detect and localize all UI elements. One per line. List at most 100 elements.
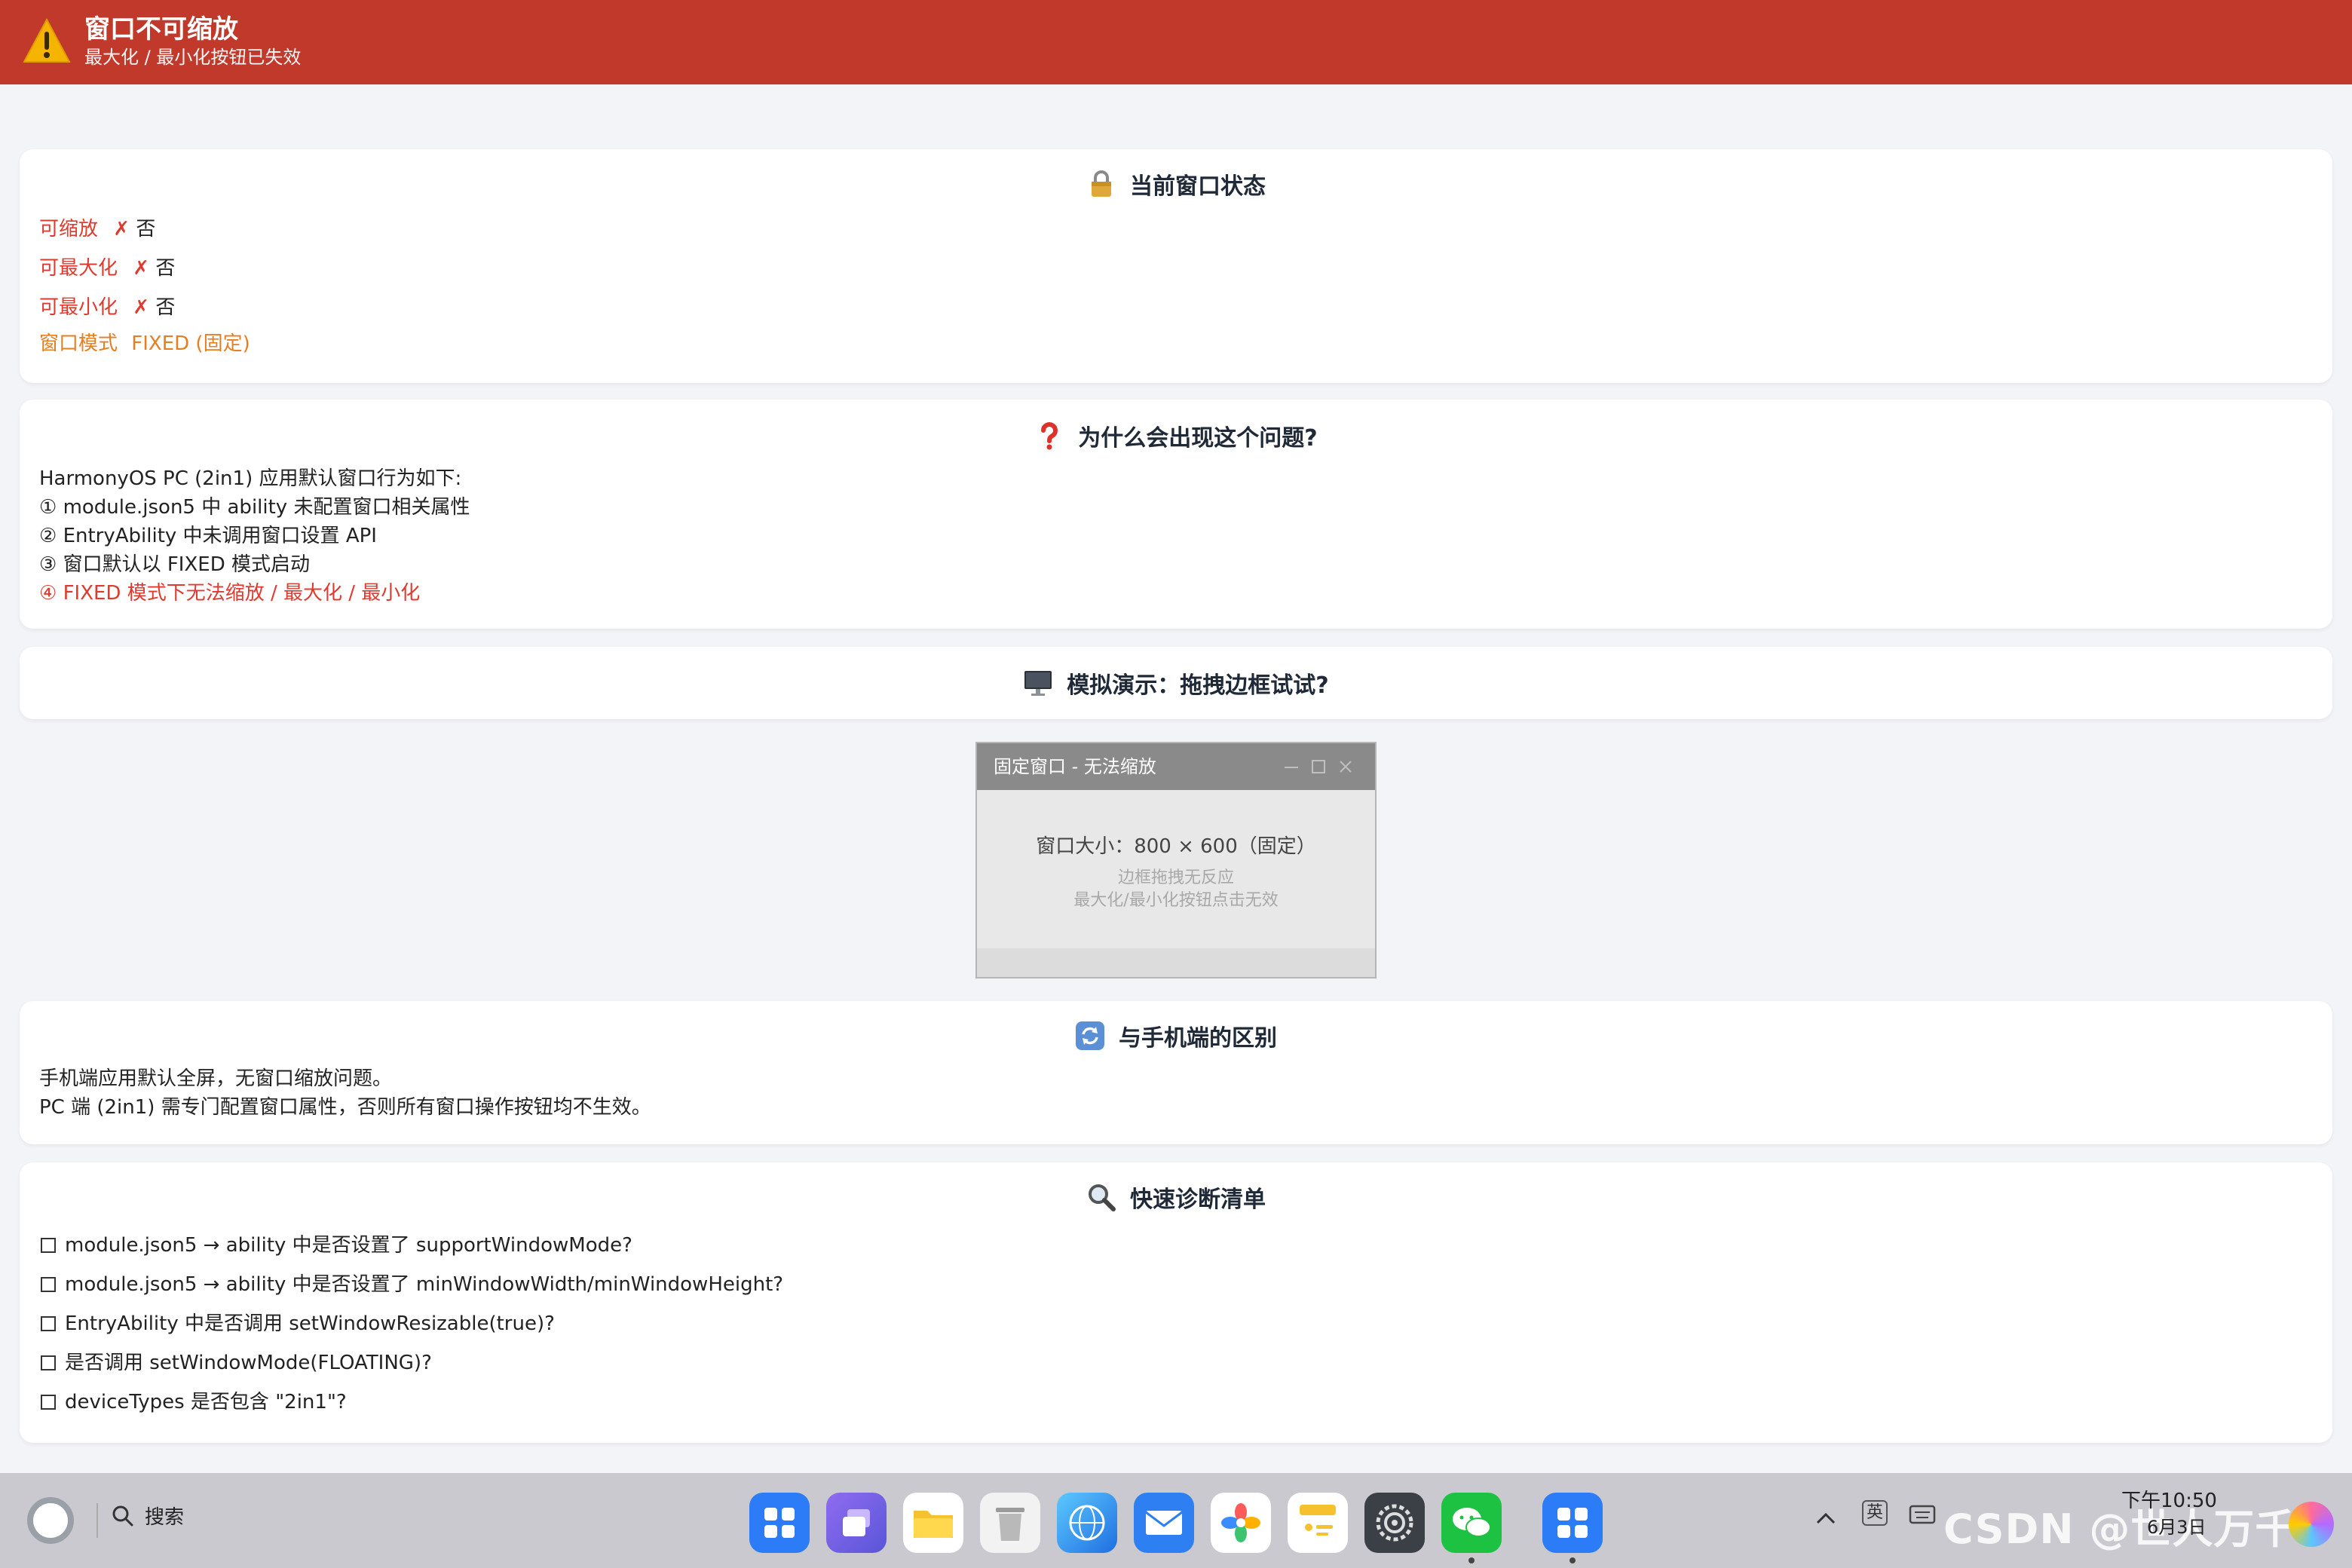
checklist-item-label: module.json5 → ability 中是否设置了 supportWin… — [65, 1234, 632, 1257]
checkbox[interactable] — [41, 1395, 56, 1410]
folder-glyph — [914, 1511, 953, 1538]
running-indicator — [1570, 1557, 1576, 1563]
banner-title: 窗口不可缩放 — [84, 14, 238, 44]
running-indicator — [1468, 1557, 1475, 1563]
status-row-resizable: 可缩放 ✗ 否 — [39, 216, 155, 243]
status-row-window-mode: 窗口模式 FIXED (固定) — [39, 330, 250, 357]
checkbox[interactable] — [41, 1277, 56, 1292]
search-label: 搜索 — [145, 1506, 185, 1529]
grid-glyph — [764, 1508, 795, 1538]
monitor-icon — [1024, 671, 1052, 696]
card-header: 当前窗口状态 — [20, 149, 2332, 219]
notes-icon[interactable] — [1288, 1493, 1348, 1553]
demo-window-footer — [977, 948, 1375, 977]
card-header: 与手机端的区别 — [20, 1001, 2332, 1070]
status-label: 可最大化 — [39, 257, 118, 280]
why-intro: HarmonyOS PC (2in1) 应用默认窗口行为如下: — [39, 467, 462, 490]
start-button[interactable] — [27, 1497, 74, 1544]
browser-icon[interactable] — [1057, 1493, 1117, 1553]
avatar[interactable] — [2289, 1502, 2334, 1547]
divider — [96, 1503, 98, 1538]
cross-mark-icon: ✗ — [133, 296, 150, 319]
gear-glyph — [1376, 1504, 1413, 1542]
checklist-item-label: module.json5 → ability 中是否设置了 minWindowW… — [65, 1273, 784, 1296]
status-value: 否 — [155, 257, 176, 280]
status-row-minimizable: 可最小化 ✗ 否 — [39, 294, 175, 321]
alert-banner: 窗口不可缩放 最大化 / 最小化按钮已失效 — [0, 0, 2352, 84]
watermark: CSDN @世人万千 — [1943, 1505, 2297, 1553]
files-icon[interactable] — [903, 1493, 963, 1553]
chevron-up-icon[interactable] — [1815, 1511, 1836, 1526]
checklist-item[interactable]: 是否调用 setWindowMode(FLOATING)? — [41, 1349, 432, 1377]
settings-icon[interactable] — [1364, 1493, 1425, 1553]
checklist-item[interactable]: EntryAbility 中是否调用 setWindowResizable(tr… — [41, 1310, 555, 1337]
windows-glyph — [843, 1509, 870, 1536]
chat-bubbles-glyph — [1453, 1508, 1491, 1537]
search-icon — [112, 1505, 133, 1526]
lock-icon — [1092, 170, 1111, 197]
diff-line-pc: PC 端 (2in1) 需专门配置窗口属性，否则所有窗口操作按钮均不生效。 — [39, 1096, 651, 1119]
warning-icon — [23, 18, 71, 63]
diff-line-mobile: 手机端应用默认全屏，无窗口缩放问题。 — [39, 1067, 393, 1090]
card-header: 快速诊断清单 — [20, 1162, 2332, 1232]
checklist-item-label: EntryAbility 中是否调用 setWindowResizable(tr… — [65, 1312, 555, 1335]
status-value: 否 — [136, 218, 156, 240]
why-item: ③ 窗口默认以 FIXED 模式启动 — [39, 553, 310, 576]
checkbox[interactable] — [41, 1355, 56, 1370]
checklist-card: 快速诊断清单 module.json5 → ability 中是否设置了 sup… — [20, 1162, 2332, 1443]
cross-mark-icon: ✗ — [133, 257, 150, 280]
window-status-card: 当前窗口状态 可缩放 ✗ 否 可最大化 ✗ 否 可最小化 ✗ 否 窗口模式 FI… — [20, 149, 2332, 383]
flower-glyph — [1221, 1503, 1260, 1542]
status-value: 否 — [155, 296, 176, 319]
checklist-item[interactable]: module.json5 → ability 中是否设置了 supportWin… — [41, 1232, 632, 1259]
card-header: 为什么会出现这个问题? — [20, 400, 2332, 472]
fixed-window-demo[interactable]: 固定窗口 - 无法缩放 窗口大小：800 × 600（固定） 边框拖拽无反应 最… — [975, 742, 1377, 978]
cross-mark-icon: ✗ — [113, 218, 130, 240]
mail-icon[interactable] — [1134, 1493, 1194, 1553]
taskbar: 搜索 英 CSDN @世人万千 下午10:50 6月3日 — [0, 1473, 2352, 1568]
demo-window-title: 固定窗口 - 无法缩放 — [994, 756, 1156, 777]
close-icon[interactable] — [1336, 757, 1355, 776]
maximize-icon[interactable] — [1309, 757, 1328, 776]
clock-date[interactable]: 6月3日 — [2147, 1512, 2207, 1539]
refresh-icon — [1076, 1021, 1104, 1050]
ime-indicator[interactable]: 英 — [1862, 1500, 1888, 1526]
demo-window-size: 窗口大小：800 × 600（固定） — [1036, 835, 1316, 858]
why-item: ② EntryAbility 中未调用窗口设置 API — [39, 525, 377, 547]
checkbox[interactable] — [41, 1238, 56, 1253]
status-row-maximizable: 可最大化 ✗ 否 — [39, 255, 175, 282]
checklist-item-label: deviceTypes 是否包含 "2in1"? — [65, 1391, 347, 1413]
status-label: 可缩放 — [39, 218, 99, 240]
app-center-icon[interactable] — [749, 1493, 810, 1553]
multitask-icon[interactable] — [826, 1493, 887, 1553]
checklist-item[interactable]: module.json5 → ability 中是否设置了 minWindowW… — [41, 1271, 783, 1298]
demo-hint: 边框拖拽无反应 — [1117, 868, 1234, 887]
why-item-highlight: ④ FIXED 模式下无法缩放 / 最大化 / 最小化 — [39, 582, 421, 605]
card-title: 为什么会出现这个问题? — [1078, 425, 1318, 452]
trash-icon[interactable] — [980, 1493, 1040, 1553]
checklist-item[interactable]: deviceTypes 是否包含 "2in1"? — [41, 1389, 347, 1416]
card-title: 与手机端的区别 — [1119, 1025, 1277, 1052]
wechat-icon[interactable] — [1441, 1493, 1502, 1563]
banner-subtitle: 最大化 / 最小化按钮已失效 — [84, 47, 302, 68]
search-button[interactable]: 搜索 — [112, 1502, 184, 1530]
card-title: 快速诊断清单 — [1130, 1187, 1266, 1213]
globe-glyph — [1069, 1505, 1105, 1541]
demo-card: 模拟演示：拖拽边框试试? — [20, 647, 2332, 719]
app-grid-icon[interactable] — [1542, 1493, 1603, 1563]
minimize-icon[interactable] — [1282, 757, 1301, 776]
card-header: 模拟演示：拖拽边框试试? — [20, 647, 2332, 719]
demo-titlebar[interactable]: 固定窗口 - 无法缩放 — [977, 743, 1375, 790]
clock-time[interactable]: 下午10:50 — [2121, 1485, 2217, 1513]
grid-glyph — [1557, 1508, 1588, 1538]
envelope-glyph — [1145, 1511, 1183, 1535]
why-card: 为什么会出现这个问题? HarmonyOS PC (2in1) 应用默认窗口行为… — [20, 400, 2332, 629]
bin-glyph — [996, 1508, 1024, 1541]
mode-label: 窗口模式 — [39, 332, 118, 355]
checkbox[interactable] — [41, 1316, 56, 1331]
gallery-icon[interactable] — [1211, 1493, 1271, 1553]
question-icon — [1041, 422, 1058, 450]
notes-glyph — [1300, 1505, 1336, 1536]
magnifier-icon — [1089, 1184, 1116, 1211]
keyboard-icon[interactable] — [1909, 1503, 1936, 1526]
